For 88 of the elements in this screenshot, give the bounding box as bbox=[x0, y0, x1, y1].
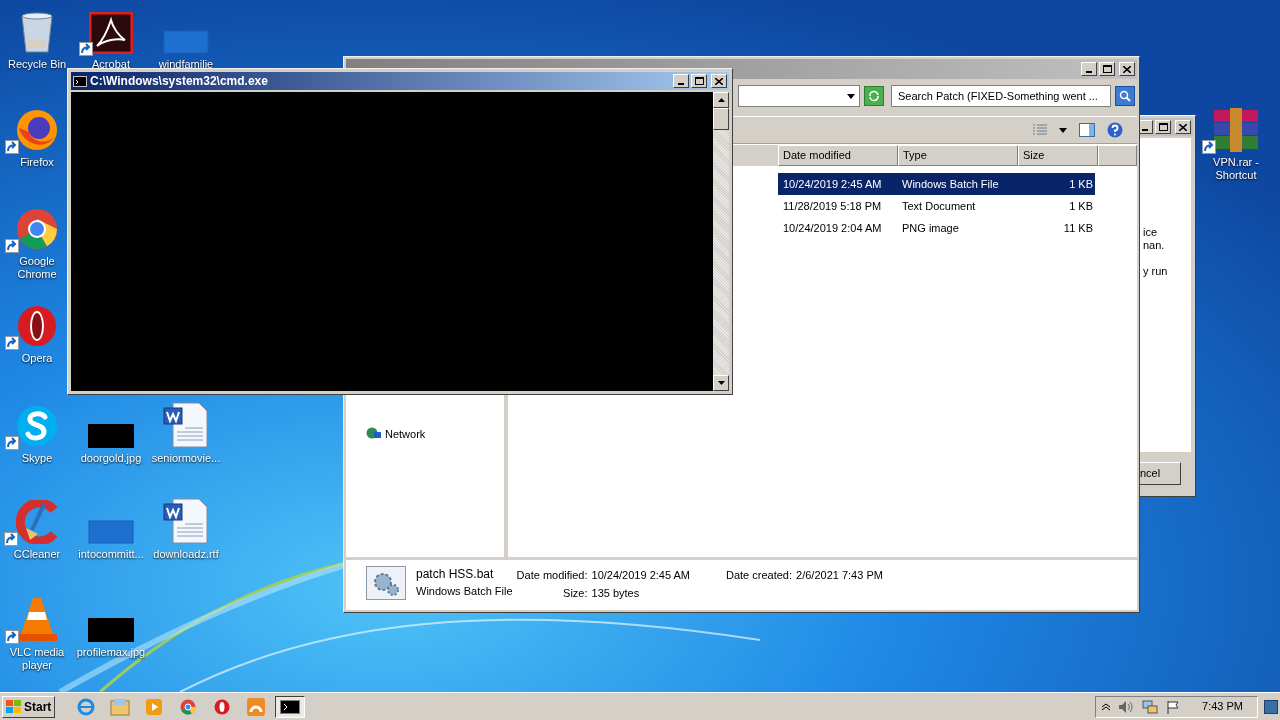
opera-icon bbox=[15, 304, 59, 348]
column-header[interactable]: Date modified bbox=[778, 145, 898, 166]
acrobat-icon bbox=[89, 12, 133, 54]
detail-label: Date created: bbox=[726, 568, 793, 583]
skype-icon bbox=[15, 404, 59, 448]
firefox-icon bbox=[15, 108, 59, 152]
detail-value: 2/6/2021 7:43 PM bbox=[796, 568, 883, 583]
file-row[interactable]: 11/28/2019 5:18 PM Text Document 1 KB bbox=[778, 195, 1095, 217]
detail-value: 135 bytes bbox=[591, 586, 641, 601]
dropdown-arrow-icon[interactable] bbox=[847, 93, 855, 99]
network-icon bbox=[366, 427, 382, 441]
desktop-icon-label[interactable]: VPN.rar - Shortcut bbox=[1199, 156, 1273, 182]
dropdown-arrow-icon[interactable] bbox=[1059, 127, 1067, 133]
detail-label: Date modified: bbox=[516, 568, 588, 583]
word-document-icon bbox=[163, 498, 209, 544]
file-thumbnail-icon bbox=[163, 30, 209, 54]
console-icon bbox=[73, 75, 87, 87]
table-cell-text: PNG image bbox=[901, 220, 960, 236]
column-header[interactable] bbox=[1098, 145, 1137, 166]
maximize-button[interactable] bbox=[1099, 62, 1115, 76]
refresh-button[interactable] bbox=[864, 86, 884, 106]
search-button[interactable] bbox=[1115, 86, 1135, 106]
image-thumbnail-icon bbox=[88, 618, 134, 642]
table-cell-text: 1 KB bbox=[1068, 176, 1094, 192]
table-cell-text: 10/24/2019 2:45 AM bbox=[782, 176, 883, 192]
minimize-button[interactable] bbox=[673, 74, 689, 88]
network-icon[interactable] bbox=[1142, 699, 1159, 714]
minimize-button[interactable] bbox=[1081, 62, 1097, 76]
chrome-icon bbox=[15, 207, 59, 251]
nav-item[interactable]: Network bbox=[366, 425, 504, 443]
dialog-text: ice bbox=[1143, 226, 1159, 239]
flag-icon[interactable] bbox=[1166, 699, 1181, 714]
table-cell-text: 11/28/2019 5:18 PM bbox=[782, 198, 883, 214]
table-cell-text: Windows Batch File bbox=[901, 176, 1000, 192]
dialog-text: nan. bbox=[1143, 239, 1166, 252]
scroll-down-arrow-icon[interactable] bbox=[717, 381, 725, 385]
table-cell-text: 10/24/2019 2:04 AM bbox=[782, 220, 883, 236]
archive-icon bbox=[1212, 108, 1260, 152]
help-icon[interactable] bbox=[1107, 122, 1123, 138]
file-thumbnail-icon bbox=[88, 520, 134, 544]
image-thumbnail-icon bbox=[88, 424, 134, 448]
table-cell-text: Text Document bbox=[901, 198, 977, 214]
detail-value: 10/24/2019 2:45 AM bbox=[591, 568, 690, 583]
gear-file-icon bbox=[366, 566, 406, 600]
file-row[interactable]: 10/24/2019 2:45 AM Windows Batch File 1 KB bbox=[778, 173, 1095, 195]
desktop-icon-label[interactable]: Acrobat bbox=[92, 58, 130, 71]
scrollbar[interactable] bbox=[713, 92, 729, 391]
refresh-icon bbox=[868, 90, 880, 102]
desktop-icon-label[interactable]: Google Chrome bbox=[6, 255, 68, 281]
address-field[interactable] bbox=[738, 85, 860, 107]
file-name: patch HSS.bat bbox=[416, 566, 495, 582]
close-button[interactable] bbox=[1175, 120, 1191, 134]
desktop-icon-label[interactable]: windfamilie bbox=[158, 58, 214, 71]
search-field[interactable]: Search Patch (FIXED-Something went ... bbox=[891, 85, 1111, 107]
clock[interactable]: 7:43 PM bbox=[1202, 698, 1243, 715]
recycle-bin-icon bbox=[19, 12, 55, 54]
desktop-icon-label[interactable]: Firefox bbox=[20, 156, 54, 169]
column-header[interactable]: Type bbox=[898, 145, 1018, 166]
dialog-text: y run bbox=[1143, 265, 1169, 278]
desktop-icon-label[interactable]: Opera bbox=[21, 352, 53, 365]
scroll-up-arrow-icon[interactable] bbox=[717, 98, 725, 102]
desktop-icon-label[interactable]: Recycle Bin bbox=[7, 58, 67, 71]
taskbar-app-button[interactable] bbox=[275, 695, 306, 718]
maximize-button[interactable] bbox=[1155, 120, 1171, 134]
table-cell-text: 11 KB bbox=[1062, 220, 1094, 236]
maximize-button[interactable] bbox=[691, 74, 707, 88]
close-icon bbox=[1179, 123, 1187, 131]
window-title: C:\Windows\system32\cmd.exe bbox=[90, 73, 269, 90]
detail-label: Size: bbox=[562, 586, 588, 601]
start-button[interactable]: Start bbox=[2, 695, 56, 718]
search-icon bbox=[1119, 90, 1131, 102]
file-row[interactable]: 10/24/2019 2:04 AM PNG image 11 KB bbox=[778, 217, 1095, 239]
column-header[interactable]: Size bbox=[1018, 145, 1098, 166]
chevron-up-icon[interactable] bbox=[1102, 702, 1111, 711]
speaker-icon[interactable] bbox=[1118, 699, 1135, 714]
table-cell-text: 1 KB bbox=[1068, 198, 1094, 214]
close-icon bbox=[1123, 65, 1131, 73]
file-type: Windows Batch File bbox=[416, 584, 513, 599]
close-icon bbox=[715, 77, 723, 85]
close-button[interactable] bbox=[1119, 62, 1135, 76]
scrollbar-thumb[interactable] bbox=[713, 108, 729, 130]
show-desktop-button[interactable] bbox=[1264, 699, 1278, 714]
windows-logo-icon bbox=[6, 699, 22, 714]
close-button[interactable] bbox=[711, 74, 727, 88]
ccleaner-icon bbox=[14, 500, 60, 544]
word-document-icon bbox=[163, 402, 209, 448]
preview-pane-icon[interactable] bbox=[1079, 123, 1095, 137]
cancel-button[interactable]: ncel bbox=[1137, 461, 1181, 485]
